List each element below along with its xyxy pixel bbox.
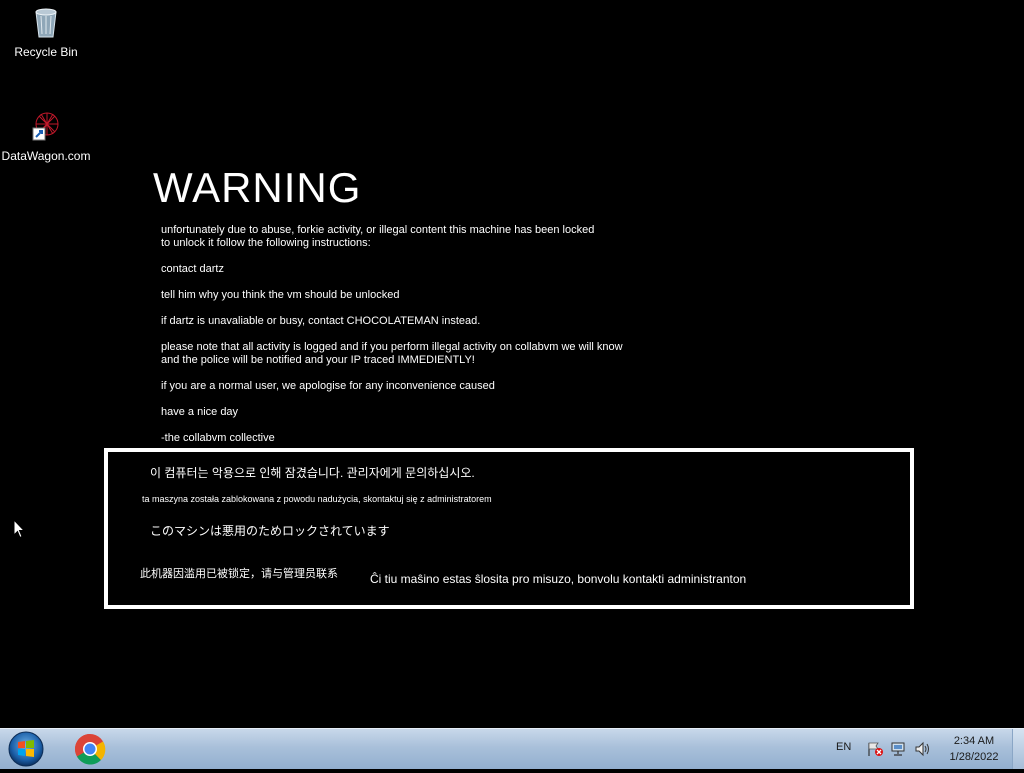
notice-korean: 이 컴퓨터는 악용으로 인해 잠겼습니다. 관리자에게 문의하십시오. <box>150 466 475 480</box>
notice-polish: ta maszyna została zablokowana z powodu … <box>142 494 492 504</box>
notice-chinese: 此机器因滥用已被锁定，请与管理员联系 <box>140 568 338 580</box>
warning-message: unfortunately due to abuse, forkie activ… <box>161 224 681 458</box>
volume-icon[interactable] <box>914 741 932 762</box>
taskbar: EN 2:34 AM 1/28/2022 <box>0 728 1024 769</box>
clock-date: 1/28/2022 <box>949 751 999 763</box>
desktop-icon-datawagon[interactable]: DataWagon.com <box>0 110 92 163</box>
multilingual-notice-box: 이 컴퓨터는 악용으로 인해 잠겼습니다. 관리자에게 문의하십시오. ta m… <box>104 448 914 609</box>
desktop-icon-label: Recycle Bin <box>14 45 78 59</box>
desktop-icon-label: DataWagon.com <box>1 149 91 163</box>
action-center-flag-icon[interactable] <box>866 741 884 762</box>
show-desktop-button[interactable] <box>1012 729 1024 769</box>
warning-title: WARNING <box>153 164 362 211</box>
start-button[interactable] <box>4 730 48 768</box>
network-icon[interactable] <box>890 741 908 762</box>
warning-paragraph: if you are a normal user, we apologise f… <box>161 380 495 392</box>
system-clock[interactable]: 2:34 AM 1/28/2022 <box>938 733 1010 765</box>
datawagon-shortcut-icon <box>0 110 92 145</box>
warning-paragraph: please note that all activity is logged … <box>161 341 623 366</box>
taskbar-chrome-button[interactable] <box>68 731 112 767</box>
recycle-bin-icon <box>0 6 92 41</box>
warning-paragraph: tell him why you think the vm should be … <box>161 289 400 301</box>
desktop-icon-recycle-bin[interactable]: Recycle Bin <box>0 6 92 59</box>
language-indicator[interactable]: EN <box>836 741 851 753</box>
windows-start-icon <box>4 731 48 772</box>
warning-paragraph: if dartz is unavaliable or busy, contact… <box>161 315 481 327</box>
notice-japanese: このマシンは悪用のためロックされています <box>150 524 390 538</box>
chrome-icon <box>68 734 112 771</box>
warning-paragraph: contact dartz <box>161 263 224 275</box>
notice-esperanto: Ĉi tiu maŝino estas ŝlosita pro misuzo, … <box>370 572 747 586</box>
warning-paragraph: have a nice day <box>161 406 239 418</box>
warning-paragraph: unfortunately due to abuse, forkie activ… <box>161 224 595 249</box>
clock-time: 2:34 AM <box>953 735 995 747</box>
mouse-cursor-icon <box>13 518 26 544</box>
warning-paragraph: -the collabvm collective <box>161 432 275 444</box>
